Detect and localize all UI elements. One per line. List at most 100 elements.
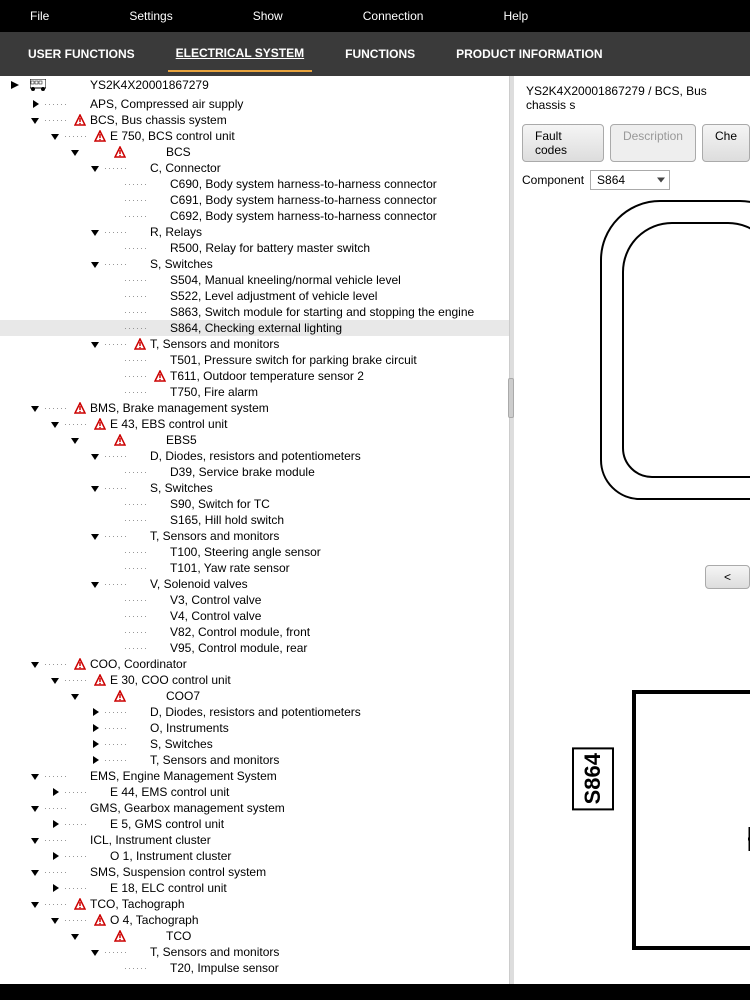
expand-icon[interactable] <box>90 483 100 493</box>
tree-panel[interactable]: YS2K4X20001867279 ······APS, Compressed … <box>0 76 510 1000</box>
expand-icon[interactable] <box>30 659 40 669</box>
tree-item[interactable]: ······C690, Body system harness-to-harne… <box>0 176 509 192</box>
tree-item[interactable]: ······COO, Coordinator <box>0 656 509 672</box>
tree-item[interactable]: ······V4, Control valve <box>0 608 509 624</box>
tree-item[interactable]: ······R, Relays <box>0 224 509 240</box>
tree-item[interactable]: ······C, Connector <box>0 160 509 176</box>
collapse-button[interactable]: < <box>705 565 750 589</box>
expand-icon[interactable] <box>30 99 40 109</box>
tree-item[interactable]: ······E 43, EBS control unit <box>0 416 509 432</box>
tab-user-functions[interactable]: USER FUNCTIONS <box>20 37 143 71</box>
expand-icon[interactable] <box>90 579 100 589</box>
tree-item[interactable]: EBS5 <box>0 432 509 448</box>
expand-icon[interactable] <box>50 883 60 893</box>
tree-item[interactable]: ······S863, Switch module for starting a… <box>0 304 509 320</box>
tree-item[interactable]: ······C691, Body system harness-to-harne… <box>0 192 509 208</box>
tab-product-information[interactable]: PRODUCT INFORMATION <box>448 37 610 71</box>
tree-item[interactable]: ······S165, Hill hold switch <box>0 512 509 528</box>
expand-icon[interactable] <box>70 147 80 157</box>
tree-item[interactable]: BCS <box>0 144 509 160</box>
expand-icon[interactable] <box>90 531 100 541</box>
menu-show[interactable]: Show <box>253 9 283 23</box>
expand-icon[interactable] <box>50 419 60 429</box>
tree-item[interactable]: ······E 44, EMS control unit <box>0 784 509 800</box>
expand-icon[interactable] <box>50 131 60 141</box>
expand-icon[interactable] <box>50 675 60 685</box>
tree-item[interactable]: ······C692, Body system harness-to-harne… <box>0 208 509 224</box>
che-button[interactable]: Che <box>702 124 750 162</box>
tree-item[interactable]: ······D, Diodes, resistors and potentiom… <box>0 704 509 720</box>
tree-item[interactable]: ······E 18, ELC control unit <box>0 880 509 896</box>
tree-item[interactable]: ······E 750, BCS control unit <box>0 128 509 144</box>
tree-item[interactable]: ······T, Sensors and monitors <box>0 336 509 352</box>
tree-item[interactable]: ······BCS, Bus chassis system <box>0 112 509 128</box>
expand-icon[interactable] <box>70 435 80 445</box>
expand-icon[interactable] <box>70 691 80 701</box>
tree-item[interactable]: ······T750, Fire alarm <box>0 384 509 400</box>
tree-item[interactable]: ······O 1, Instrument cluster <box>0 848 509 864</box>
tree-item[interactable]: ······D39, Service brake module <box>0 464 509 480</box>
expand-icon[interactable] <box>50 819 60 829</box>
expand-icon[interactable] <box>30 835 40 845</box>
tree-item[interactable]: ······S, Switches <box>0 480 509 496</box>
tree-item[interactable]: ······S, Switches <box>0 736 509 752</box>
component-select[interactable]: S864 <box>590 170 670 190</box>
tree-item[interactable]: ······S864, Checking external lighting <box>0 320 509 336</box>
expand-icon[interactable] <box>70 931 80 941</box>
tab-functions[interactable]: FUNCTIONS <box>337 37 423 71</box>
tree-item[interactable]: ······V, Solenoid valves <box>0 576 509 592</box>
tree-item[interactable]: ······TCO, Tachograph <box>0 896 509 912</box>
tab-electrical-system[interactable]: ELECTRICAL SYSTEM <box>168 36 312 72</box>
expand-icon[interactable] <box>10 80 20 90</box>
expand-icon[interactable] <box>90 163 100 173</box>
expand-icon[interactable] <box>90 707 100 717</box>
tree-item[interactable]: ······V82, Control module, front <box>0 624 509 640</box>
expand-icon[interactable] <box>90 259 100 269</box>
fault-codes-button[interactable]: Fault codes <box>522 124 604 162</box>
tree-item[interactable]: ······EMS, Engine Management System <box>0 768 509 784</box>
tree-item[interactable]: ······E 30, COO control unit <box>0 672 509 688</box>
expand-icon[interactable] <box>30 867 40 877</box>
tree-item[interactable]: ······GMS, Gearbox management system <box>0 800 509 816</box>
expand-icon[interactable] <box>90 947 100 957</box>
expand-icon[interactable] <box>30 403 40 413</box>
expand-icon[interactable] <box>30 115 40 125</box>
tree-item[interactable]: ······SMS, Suspension control system <box>0 864 509 880</box>
expand-icon[interactable] <box>90 339 100 349</box>
tree-item[interactable]: ······T, Sensors and monitors <box>0 528 509 544</box>
tree-item[interactable]: ······V95, Control module, rear <box>0 640 509 656</box>
tree-item[interactable]: ······T611, Outdoor temperature sensor 2 <box>0 368 509 384</box>
splitter-handle[interactable] <box>508 378 514 418</box>
expand-icon[interactable] <box>50 851 60 861</box>
expand-icon[interactable] <box>50 915 60 925</box>
expand-icon[interactable] <box>30 771 40 781</box>
tree-item[interactable]: ······S522, Level adjustment of vehicle … <box>0 288 509 304</box>
tree-item[interactable]: ······S, Switches <box>0 256 509 272</box>
tree-item[interactable]: ······V3, Control valve <box>0 592 509 608</box>
tree-item[interactable]: ······BMS, Brake management system <box>0 400 509 416</box>
tree-item[interactable]: ······APS, Compressed air supply <box>0 96 509 112</box>
tree-item[interactable]: ······T101, Yaw rate sensor <box>0 560 509 576</box>
expand-icon[interactable] <box>90 739 100 749</box>
expand-icon[interactable] <box>50 787 60 797</box>
menu-help[interactable]: Help <box>503 9 528 23</box>
tree-item[interactable]: ······O, Instruments <box>0 720 509 736</box>
tree-item[interactable]: ······S90, Switch for TC <box>0 496 509 512</box>
expand-icon[interactable] <box>30 899 40 909</box>
tree-item[interactable]: ······T501, Pressure switch for parking … <box>0 352 509 368</box>
menu-file[interactable]: File <box>30 9 49 23</box>
expand-icon[interactable] <box>90 451 100 461</box>
tree-item[interactable]: ······T, Sensors and monitors <box>0 752 509 768</box>
expand-icon[interactable] <box>90 227 100 237</box>
tree-item[interactable]: COO7 <box>0 688 509 704</box>
tree-item[interactable]: ······S504, Manual kneeling/normal vehic… <box>0 272 509 288</box>
tree-item[interactable]: ······ICL, Instrument cluster <box>0 832 509 848</box>
expand-icon[interactable] <box>90 723 100 733</box>
tree-header[interactable]: YS2K4X20001867279 <box>0 76 509 94</box>
tree-item[interactable]: ······T20, Impulse sensor <box>0 960 509 976</box>
tree-item[interactable]: ······T, Sensors and monitors <box>0 944 509 960</box>
tree-item[interactable]: ······T100, Steering angle sensor <box>0 544 509 560</box>
menu-settings[interactable]: Settings <box>129 9 172 23</box>
menu-connection[interactable]: Connection <box>363 9 424 23</box>
expand-icon[interactable] <box>90 755 100 765</box>
